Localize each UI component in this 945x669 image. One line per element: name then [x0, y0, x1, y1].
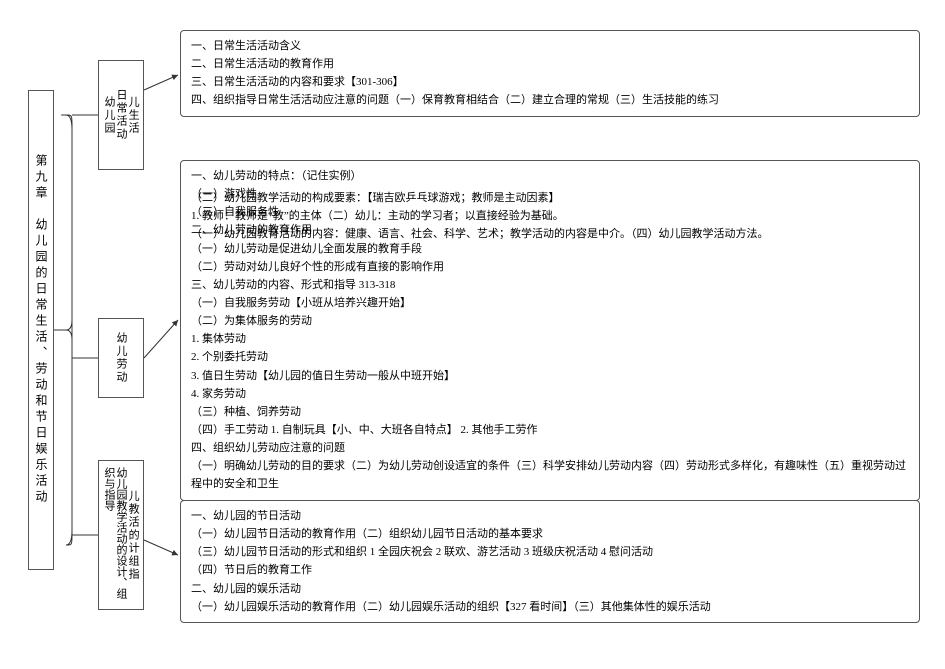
l2-node-labor: 幼儿劳动: [98, 318, 144, 398]
box3-l1: 一、幼儿园的节日活动: [191, 507, 909, 525]
l2-a-col1: 幼儿园: [103, 96, 115, 135]
l2-c-col1: 幼儿园教学活动的设计、组织与指导: [103, 467, 127, 603]
box2-l3wrap: （三）自我服务性 1. 教师：教师是“教”的主体（二）幼儿：主动的学习者；以直接…: [191, 203, 909, 221]
box1-l1: 一、日常生活活动含义: [191, 37, 909, 55]
box2-l8: （一）自我服务劳动【小班从培养兴趣开始】: [191, 294, 909, 312]
box2-l4b: （一）幼儿园教育活动的内容：健康、语言、社会、科学、艺术；教学活动的内容是中介。…: [191, 225, 769, 243]
box2-l11: 2. 个别委托劳动: [191, 348, 909, 366]
box2-l4wrap: 二、幼儿劳动的教育作用 （一）幼儿园教育活动的内容：健康、语言、社会、科学、艺术…: [191, 221, 909, 239]
box2-l6: （二）劳动对幼儿良好个性的形成有直接的影响作用: [191, 258, 909, 276]
box3-l2: （一）幼儿园节日活动的教育作用（二）组织幼儿园节日活动的基本要求: [191, 525, 909, 543]
box3-l3: （三）幼儿园节日活动的形式和组织 1 全园庆祝会 2 联欢、游艺活动 3 班级庆…: [191, 543, 909, 561]
l2-node-teaching: 儿教活的计组指 幼儿园教学活动的设计、组织与指导: [98, 460, 144, 610]
content-box-holidays: 一、幼儿园的节日活动 （一）幼儿园节日活动的教育作用（二）组织幼儿园节日活动的基…: [180, 500, 920, 623]
l2-node-daily-life: 儿生活 日常活动 幼儿园: [98, 60, 144, 170]
box2-l9: （二）为集体服务的劳动: [191, 312, 909, 330]
root-node: 第九章 幼儿园的日常生活、劳动和节日娱乐活动: [28, 90, 54, 570]
box1-l2: 二、日常生活活动的教育作用: [191, 55, 909, 73]
box2-l16: 四、组织幼儿劳动应注意的问题: [191, 439, 909, 457]
box2-l12: 3. 值日生劳动【幼儿园的值日生劳动一般从中班开始】: [191, 367, 909, 385]
box1-l4: 四、组织指导日常生活活动应注意的问题（一）保育教育相结合（二）建立合理的常规（三…: [191, 91, 909, 109]
box2-l1: 一、幼儿劳动的特点：（记住实例）: [191, 167, 909, 185]
box1-l3: 三、日常生活活动的内容和要求【301-306】: [191, 73, 909, 91]
l2-a-col2: 日常活动: [115, 89, 127, 141]
content-box-labor: 一、幼儿劳动的特点：（记住实例） （一）游戏性 （二）幼儿园教学活动的构成要素：…: [180, 160, 920, 501]
l2-b-col1: 幼儿劳动: [115, 332, 127, 384]
box3-l5: 二、幼儿园的娱乐活动: [191, 580, 909, 598]
box3-l4: （四）节日后的教育工作: [191, 561, 909, 579]
l2-c-col2: 儿教活的计组指: [127, 490, 139, 581]
box2-l17: （一）明确幼儿劳动的目的要求（二）为幼儿劳动创设适宜的条件（三）科学安排幼儿劳动…: [191, 457, 909, 493]
root-label: 第九章 幼儿园的日常生活、劳动和节日娱乐活动: [35, 154, 47, 506]
box2-l7: 三、幼儿劳动的内容、形式和指导 313-318: [191, 276, 909, 294]
box2-l14: （三）种植、饲养劳动: [191, 403, 909, 421]
box3-l6: （一）幼儿园娱乐活动的教育作用（二）幼儿园娱乐活动的组织【327 看时间】（三）…: [191, 598, 909, 616]
box2-l15: （四）手工劳动 1. 自制玩具【小、中、大班各自特点】 2. 其他手工劳作: [191, 421, 909, 439]
l2-a-col3: 儿生活: [127, 96, 139, 135]
box2-l2wrap: （一）游戏性 （二）幼儿园教学活动的构成要素：【瑞吉欧乒乓球游戏；教师是主动因素…: [191, 185, 909, 203]
content-box-daily-life: 一、日常生活活动含义 二、日常生活活动的教育作用 三、日常生活活动的内容和要求【…: [180, 30, 920, 117]
box2-l13: 4. 家务劳动: [191, 385, 909, 403]
box2-l10: 1. 集体劳动: [191, 330, 909, 348]
